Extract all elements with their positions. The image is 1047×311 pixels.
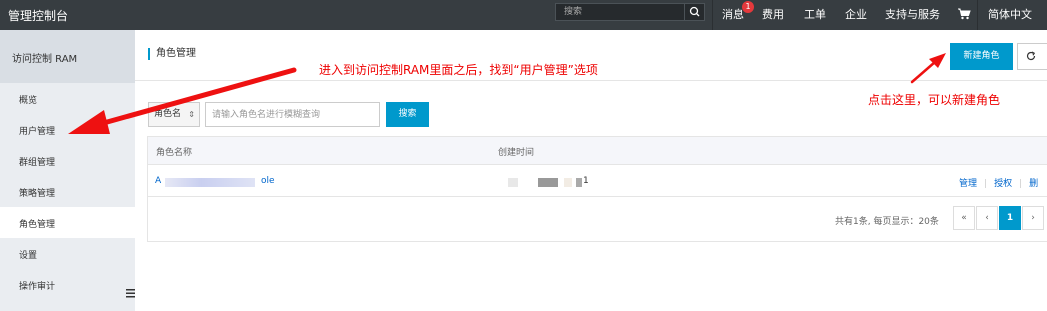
sidebar-item-audit[interactable]: 操作审计 [0,269,135,300]
sidebar-item-users[interactable]: 用户管理 [0,114,135,145]
sidebar-item-groups[interactable]: 群组管理 [0,145,135,176]
sidebar-item-label: 角色管理 [19,220,56,230]
table-row: A ole 1 管理 | 授权 | 删 [148,165,1047,197]
roles-table: 角色名称 创建时间 A ole 1 管理 | 授权 | 删 共有1条, 每页显示：20条… [147,136,1047,242]
global-search-input[interactable] [556,4,684,20]
sidebar: 访问控制 RAM 概览 用户管理 群组管理 策略管理 角色管理 设置 操作审计 [0,30,135,311]
sidebar-item-label: 用户管理 [19,127,56,137]
top-navigation-bar: 管理控制台 消息 1 费用 工单 企业 支持与服务 简体中文 [0,0,1047,30]
redacted-time [538,178,558,187]
redacted-time [508,178,518,187]
prev-page-button[interactable]: ‹ [976,206,998,230]
redacted-time [564,178,572,187]
next-page-button[interactable]: › [1022,206,1044,230]
search-field-select[interactable]: 角色名 ⇕ [148,102,200,127]
search-icon [689,6,700,17]
select-arrows-icon: ⇕ [188,110,195,119]
message-count-badge: 1 [742,1,754,13]
search-button[interactable]: 搜索 [386,102,429,127]
redacted-time [576,178,582,187]
sidebar-collapse-button[interactable] [126,287,135,299]
role-name-link[interactable]: A [155,176,161,186]
menu-icon [126,289,135,298]
nav-divider [977,0,978,30]
role-name-search-input[interactable] [205,102,380,127]
nav-messages[interactable]: 消息 [722,6,744,22]
column-created-time: 创建时间 [498,148,535,158]
redacted-name [165,178,255,187]
table-header: 角色名称 创建时间 [148,137,1047,165]
refresh-button[interactable] [1017,43,1047,70]
current-page[interactable]: 1 [999,206,1021,230]
global-search [555,3,705,21]
nav-divider [712,0,713,30]
annotation-left-note: 进入到访问控制RAM里面之后，找到“用户管理”选项 [319,63,598,77]
new-role-button[interactable]: 新建角色 [950,43,1013,70]
sidebar-header: 访问控制 RAM [0,30,135,83]
nav-billing[interactable]: 费用 [762,6,784,22]
role-name-prefix: A [155,176,162,186]
search-field-value: 角色名 [154,109,182,119]
search-button[interactable] [684,4,704,20]
nav-enterprise[interactable]: 企业 [845,6,867,22]
sidebar-title: 访问控制 RAM [12,54,78,65]
delete-link[interactable]: 删 [1029,179,1038,189]
refresh-icon [1026,50,1036,60]
row-actions: 管理 | 授权 | 删 [959,179,1039,189]
sidebar-item-label: 群组管理 [19,158,56,168]
sidebar-item-label: 策略管理 [19,189,56,199]
nav-support[interactable]: 支持与服务 [885,6,940,22]
pagination-summary: 共有1条, 每页显示：20条 [835,217,939,227]
nav-language[interactable]: 简体中文 [988,6,1032,22]
page-title: 角色管理 [148,48,196,60]
first-page-button[interactable]: « [953,206,975,230]
sidebar-item-overview[interactable]: 概览 [0,83,135,114]
cart-button[interactable] [957,8,971,23]
header-divider [135,80,1047,81]
authorize-link[interactable]: 授权 [994,179,1012,189]
created-time-suffix: 1 [583,176,589,186]
annotation-right-note: 点击这里，可以新建角色 [868,93,1001,107]
nav-tickets[interactable]: 工单 [804,6,826,22]
sidebar-item-policies[interactable]: 策略管理 [0,176,135,207]
column-role-name: 角色名称 [156,148,193,158]
cart-icon [958,8,971,20]
sidebar-item-label: 操作审计 [19,282,56,292]
sidebar-item-settings[interactable]: 设置 [0,238,135,269]
sidebar-item-label: 设置 [19,251,38,261]
sidebar-item-roles[interactable]: 角色管理 [0,207,135,238]
sidebar-item-label: 概览 [19,96,38,106]
manage-link[interactable]: 管理 [959,179,977,189]
role-name-suffix[interactable]: ole [261,176,275,186]
console-brand[interactable]: 管理控制台 [8,7,68,24]
